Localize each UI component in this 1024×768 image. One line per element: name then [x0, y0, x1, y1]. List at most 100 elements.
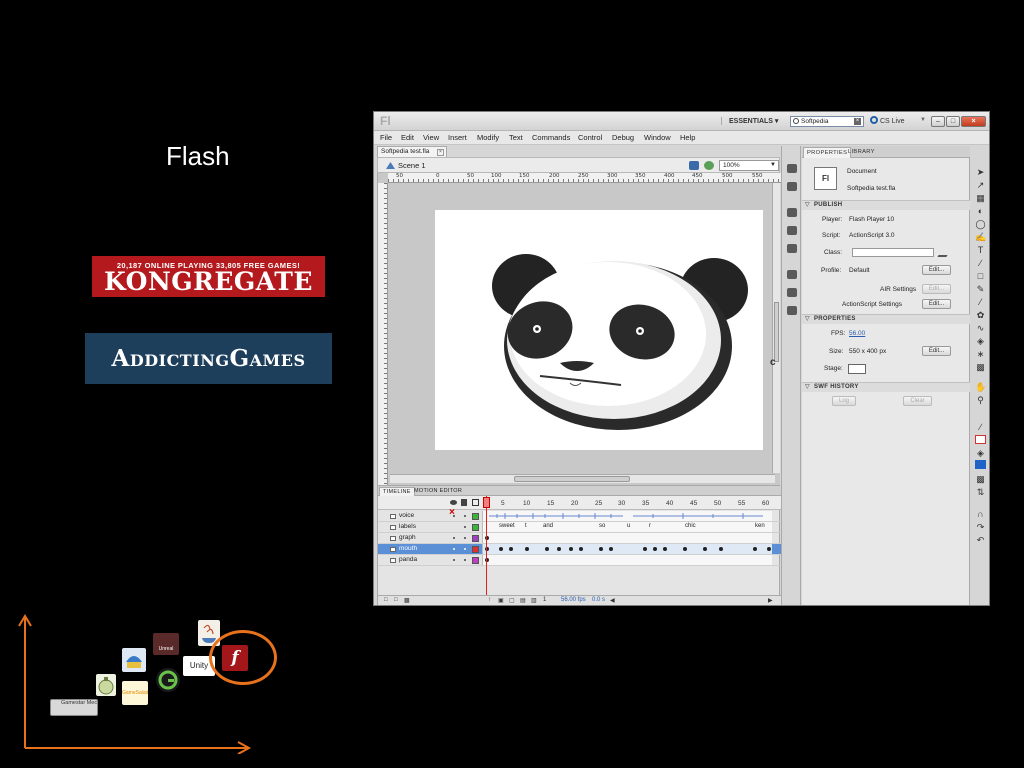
fps-input[interactable]: 56.00: [849, 330, 865, 337]
layer-labels[interactable]: labels sweet t and so u r chic ken: [378, 522, 781, 533]
layer-color[interactable]: [472, 513, 479, 520]
snap-icon[interactable]: ∩: [975, 509, 986, 519]
scroll-left-icon[interactable]: ◀: [610, 597, 615, 604]
vertical-scrollbar[interactable]: [772, 183, 780, 473]
pencil-tool-icon[interactable]: ✎: [975, 284, 986, 294]
menu-file[interactable]: File: [380, 133, 392, 142]
lock-dot[interactable]: [464, 526, 466, 528]
keyframe[interactable]: [663, 547, 667, 551]
stage-canvas[interactable]: [435, 210, 763, 450]
menu-view[interactable]: View: [423, 133, 439, 142]
layer-graph[interactable]: graph: [378, 533, 781, 544]
onion-skin-icon[interactable]: ▣: [498, 597, 504, 604]
stroke-color-swatch[interactable]: [975, 435, 986, 444]
fill-color-icon[interactable]: ◈: [975, 448, 986, 458]
frame-rate[interactable]: 56.00 fps: [561, 597, 586, 603]
keyframe[interactable]: [643, 547, 647, 551]
new-folder-icon[interactable]: □: [394, 597, 398, 603]
scene-breadcrumb[interactable]: Scene 1: [386, 161, 426, 170]
layer-frames[interactable]: sweet t and so u r chic ken: [482, 522, 772, 532]
layer-voice[interactable]: voice: [378, 511, 781, 522]
layer-panda[interactable]: panda: [378, 555, 781, 566]
publish-section[interactable]: PUBLISH: [802, 200, 970, 210]
keyframe[interactable]: [569, 547, 573, 551]
layer-color[interactable]: [472, 546, 479, 553]
visibility-dot[interactable]: [453, 548, 455, 550]
pencil-icon[interactable]: [937, 248, 952, 257]
onion-outline-icon[interactable]: ▢: [509, 597, 515, 604]
log-button[interactable]: Log: [832, 396, 856, 406]
text-tool-icon[interactable]: T: [975, 245, 986, 255]
layer-frames[interactable]: [482, 533, 772, 543]
maximize-button[interactable]: □: [946, 116, 960, 127]
menu-edit[interactable]: Edit: [401, 133, 414, 142]
keyframe[interactable]: [499, 547, 503, 551]
eraser-icon[interactable]: ▩: [975, 362, 986, 372]
align-icon[interactable]: [787, 208, 797, 217]
deco-tool-icon[interactable]: ✿: [975, 310, 986, 320]
menu-control[interactable]: Control: [578, 133, 602, 142]
tab-timeline[interactable]: TIMELINE: [379, 487, 415, 496]
menu-commands[interactable]: Commands: [532, 133, 570, 142]
keyframe[interactable]: [719, 547, 723, 551]
keyframe[interactable]: [509, 547, 513, 551]
scroll-right-icon[interactable]: ▶: [768, 597, 773, 604]
close-icon[interactable]: ×: [437, 149, 444, 156]
trash-icon[interactable]: ▩: [404, 597, 410, 604]
swap-colors-icon[interactable]: ⇅: [975, 487, 986, 497]
center-frame-icon[interactable]: ↑: [488, 597, 491, 603]
lock-dot[interactable]: [464, 515, 466, 517]
close-button[interactable]: ×: [961, 116, 986, 127]
lock-dot[interactable]: [464, 548, 466, 550]
document-tab[interactable]: Softpedia test.fla ×: [377, 146, 447, 157]
transform-icon[interactable]: [787, 244, 797, 253]
layer-mouth[interactable]: mouth: [378, 544, 781, 555]
lock-icon[interactable]: [461, 499, 467, 506]
fill-color-swatch[interactable]: [975, 460, 986, 469]
rectangle-tool-icon[interactable]: □: [975, 271, 986, 281]
menu-modify[interactable]: Modify: [477, 133, 499, 142]
motion-icon[interactable]: [787, 288, 797, 297]
workspace-switcher[interactable]: ESSENTIALS ▾: [721, 117, 778, 125]
horizontal-scrollbar[interactable]: [390, 474, 775, 483]
lasso-icon[interactable]: ◯: [975, 219, 986, 229]
edit-multiple-icon[interactable]: ▤: [520, 597, 526, 604]
stage-area[interactable]: 50 0 50 100 150 200 250 300 350 400 450 …: [377, 173, 781, 485]
close-icon[interactable]: ×: [449, 507, 455, 518]
chevron-down-icon[interactable]: ▼: [920, 117, 926, 123]
keyframe[interactable]: [545, 547, 549, 551]
visibility-dot[interactable]: [453, 537, 455, 539]
keyframe[interactable]: [579, 547, 583, 551]
class-input[interactable]: [852, 248, 934, 257]
components-icon[interactable]: [787, 270, 797, 279]
keyframe[interactable]: [525, 547, 529, 551]
keyframe[interactable]: [753, 547, 757, 551]
swatches-icon[interactable]: [787, 182, 797, 191]
cs-live-button[interactable]: CS Live: [870, 116, 905, 125]
menu-text[interactable]: Text: [509, 133, 523, 142]
brush-tool-icon[interactable]: ⁄: [975, 297, 986, 307]
properties-section[interactable]: PROPERTIES: [802, 314, 970, 324]
keyframe[interactable]: [653, 547, 657, 551]
keyframe[interactable]: [767, 547, 771, 551]
edit-profile-button[interactable]: Edit...: [922, 265, 951, 275]
selection-tool-icon[interactable]: ➤: [975, 167, 986, 177]
outline-icon[interactable]: [472, 499, 479, 506]
eyedropper-icon[interactable]: ∗: [975, 349, 986, 359]
subselection-tool-icon[interactable]: ↗: [975, 180, 986, 190]
paint-bucket-icon[interactable]: ◈: [975, 336, 986, 346]
clear-button[interactable]: Clear: [903, 396, 932, 406]
playhead[interactable]: [486, 496, 487, 596]
code-icon[interactable]: [787, 306, 797, 315]
menu-debug[interactable]: Debug: [612, 133, 634, 142]
edit-scene-icon[interactable]: [704, 161, 714, 170]
scroll-thumb[interactable]: [774, 302, 779, 362]
3d-rotation-icon[interactable]: ◐: [975, 206, 986, 216]
keyframe[interactable]: [557, 547, 561, 551]
lock-dot[interactable]: [464, 537, 466, 539]
hand-tool-icon[interactable]: ✋: [975, 382, 986, 392]
lock-dot[interactable]: [464, 559, 466, 561]
menu-window[interactable]: Window: [644, 133, 671, 142]
pen-tool-icon[interactable]: ✍: [975, 232, 986, 242]
smooth-icon[interactable]: ↷: [975, 522, 986, 532]
